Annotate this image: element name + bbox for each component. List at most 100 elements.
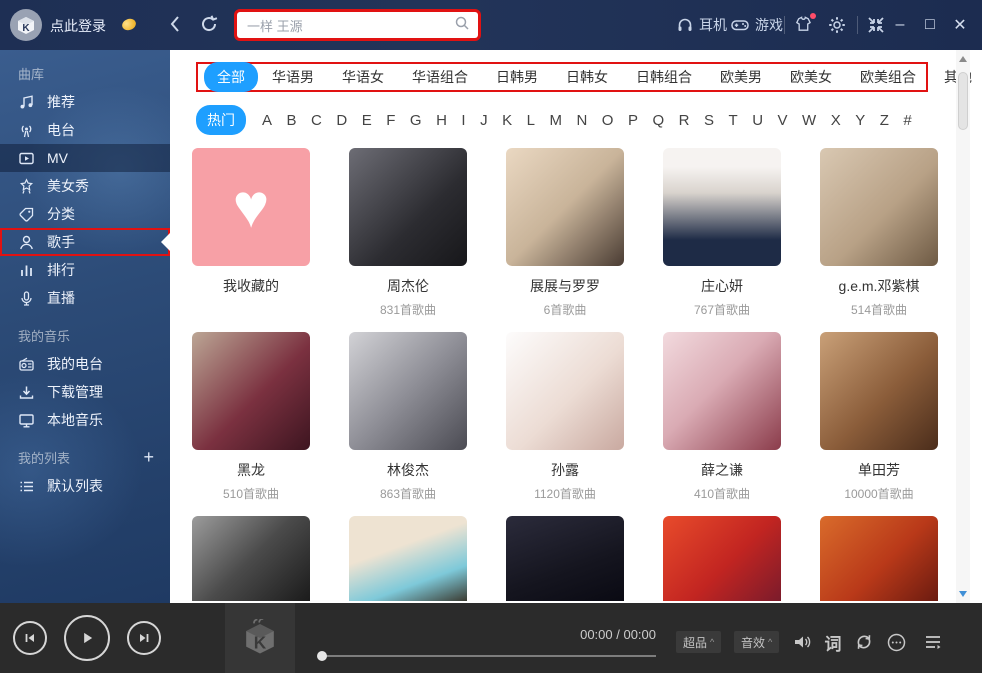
progress-bar[interactable] bbox=[320, 655, 656, 657]
sidebar-item-live[interactable]: 直播 bbox=[0, 284, 170, 312]
sidebar-item-default-list[interactable]: 默认列表 bbox=[0, 472, 170, 500]
artist-card[interactable]: 黑龙 510首歌曲 bbox=[192, 332, 310, 502]
refresh-button[interactable] bbox=[198, 13, 220, 40]
artist-card[interactable]: 庄心妍 767首歌曲 bbox=[663, 148, 781, 318]
letter-filter[interactable]: H bbox=[436, 112, 447, 129]
artist-avatar[interactable] bbox=[506, 332, 624, 450]
artist-avatar[interactable] bbox=[506, 516, 624, 601]
scroll-up-arrow[interactable] bbox=[959, 56, 967, 62]
scrollbar[interactable] bbox=[956, 50, 970, 603]
category-tab[interactable]: 华语男 bbox=[258, 63, 328, 91]
search-box[interactable] bbox=[237, 12, 478, 38]
artist-card[interactable]: 孙露 1120首歌曲 bbox=[506, 332, 624, 502]
repeat-mode-button[interactable] bbox=[853, 631, 875, 653]
login-link[interactable]: 点此登录 bbox=[50, 16, 106, 36]
search-input[interactable] bbox=[237, 18, 454, 33]
play-queue-button[interactable] bbox=[922, 631, 944, 653]
artist-card[interactable]: 林俊杰 863首歌曲 bbox=[349, 332, 467, 502]
sidebar-item-my-radio[interactable]: 我的电台 bbox=[0, 350, 170, 378]
artist-avatar[interactable] bbox=[506, 148, 624, 266]
artist-card[interactable] bbox=[192, 516, 310, 601]
letter-filter[interactable]: W bbox=[802, 112, 816, 129]
mini-mode-button[interactable] bbox=[866, 15, 886, 35]
category-tab[interactable]: 欧美男 bbox=[706, 63, 776, 91]
artist-card[interactable]: g.e.m.邓紫棋 514首歌曲 bbox=[820, 148, 938, 318]
artist-avatar[interactable] bbox=[349, 332, 467, 450]
quality-button[interactable]: 超品 ^ bbox=[676, 631, 721, 653]
artist-avatar[interactable] bbox=[349, 148, 467, 266]
sidebar-item-category[interactable]: 分类 bbox=[0, 200, 170, 228]
sidebar-item-local-music[interactable]: 本地音乐 bbox=[0, 406, 170, 434]
letter-filter[interactable]: P bbox=[628, 112, 638, 129]
scroll-down-arrow[interactable] bbox=[959, 591, 967, 597]
sidebar-item-beauty-show[interactable]: 美女秀 bbox=[0, 172, 170, 200]
category-tab[interactable]: 欧美女 bbox=[776, 63, 846, 91]
letter-filter[interactable]: D bbox=[336, 112, 347, 129]
letter-filter[interactable]: R bbox=[679, 112, 690, 129]
favorites-avatar[interactable]: ♥ bbox=[192, 148, 310, 266]
category-tab[interactable]: 华语女 bbox=[328, 63, 398, 91]
back-button[interactable] bbox=[166, 13, 186, 40]
letter-filter[interactable]: M bbox=[549, 112, 562, 129]
letter-filter[interactable]: N bbox=[576, 112, 587, 129]
more-options-button[interactable] bbox=[885, 631, 907, 653]
artist-card[interactable]: 薛之谦 410首歌曲 bbox=[663, 332, 781, 502]
category-tab[interactable]: 日韩女 bbox=[552, 63, 622, 91]
search-icon[interactable] bbox=[454, 15, 470, 36]
sidebar-item-mv[interactable]: MV bbox=[0, 144, 170, 172]
previous-track-button[interactable] bbox=[13, 621, 47, 655]
sidebar-item-radio[interactable]: 电台 bbox=[0, 116, 170, 144]
category-tab[interactable]: 欧美组合 bbox=[846, 63, 930, 91]
artist-avatar[interactable] bbox=[820, 148, 938, 266]
letter-filter[interactable]: O bbox=[602, 112, 614, 129]
letter-filter[interactable]: C bbox=[311, 112, 322, 129]
artist-card[interactable]: 展展与罗罗 6首歌曲 bbox=[506, 148, 624, 318]
artist-avatar[interactable] bbox=[820, 516, 938, 601]
settings-button[interactable] bbox=[827, 15, 847, 35]
letter-filter[interactable]: Z bbox=[880, 112, 889, 129]
favorites-card[interactable]: ♥ 我收藏的 bbox=[192, 148, 310, 318]
artist-avatar[interactable] bbox=[663, 148, 781, 266]
progress-handle[interactable] bbox=[317, 651, 327, 661]
letter-filter[interactable]: U bbox=[752, 112, 763, 129]
artist-card[interactable] bbox=[506, 516, 624, 601]
category-tab[interactable]: 全部 bbox=[204, 62, 258, 92]
category-tab[interactable]: 日韩男 bbox=[482, 63, 552, 91]
artist-avatar[interactable] bbox=[192, 516, 310, 601]
letter-filter[interactable]: Q bbox=[652, 112, 664, 129]
letter-filter[interactable]: B bbox=[287, 112, 297, 129]
letter-filter[interactable]: E bbox=[362, 112, 372, 129]
headset-button[interactable]: 耳机 bbox=[676, 0, 727, 50]
hot-filter-pill[interactable]: 热门 bbox=[196, 105, 246, 135]
lyrics-button[interactable]: 词 bbox=[822, 631, 844, 653]
sidebar-item-recommend[interactable]: 推荐 bbox=[0, 88, 170, 116]
letter-filter[interactable]: # bbox=[903, 112, 911, 129]
app-logo[interactable]: K bbox=[10, 9, 42, 41]
minimize-button[interactable]: – bbox=[888, 0, 912, 50]
scrollbar-thumb[interactable] bbox=[958, 72, 968, 130]
letter-filter[interactable]: F bbox=[386, 112, 395, 129]
album-art-placeholder[interactable]: K bbox=[225, 603, 295, 673]
artist-card[interactable]: 单田芳 10000首歌曲 bbox=[820, 332, 938, 502]
sidebar-item-singer[interactable]: 歌手 bbox=[0, 228, 170, 256]
add-playlist-button[interactable]: + bbox=[143, 447, 154, 468]
letter-filter[interactable]: I bbox=[461, 112, 465, 129]
volume-button[interactable] bbox=[791, 631, 813, 653]
letter-filter[interactable]: X bbox=[831, 112, 841, 129]
maximize-button[interactable]: □ bbox=[918, 0, 942, 50]
letter-filter[interactable]: S bbox=[704, 112, 714, 129]
sidebar-item-download-manager[interactable]: 下载管理 bbox=[0, 378, 170, 406]
artist-card[interactable] bbox=[820, 516, 938, 601]
artist-avatar[interactable] bbox=[349, 516, 467, 601]
artist-avatar[interactable] bbox=[192, 332, 310, 450]
letter-filter[interactable]: J bbox=[480, 112, 488, 129]
artist-avatar[interactable] bbox=[663, 516, 781, 601]
artist-avatar[interactable] bbox=[663, 332, 781, 450]
category-tab[interactable]: 日韩组合 bbox=[622, 63, 706, 91]
letter-filter[interactable]: Y bbox=[855, 112, 865, 129]
play-button[interactable] bbox=[64, 615, 110, 661]
skin-button[interactable] bbox=[794, 15, 814, 35]
artist-card[interactable] bbox=[349, 516, 467, 601]
artist-card[interactable] bbox=[663, 516, 781, 601]
letter-filter[interactable]: T bbox=[729, 112, 738, 129]
